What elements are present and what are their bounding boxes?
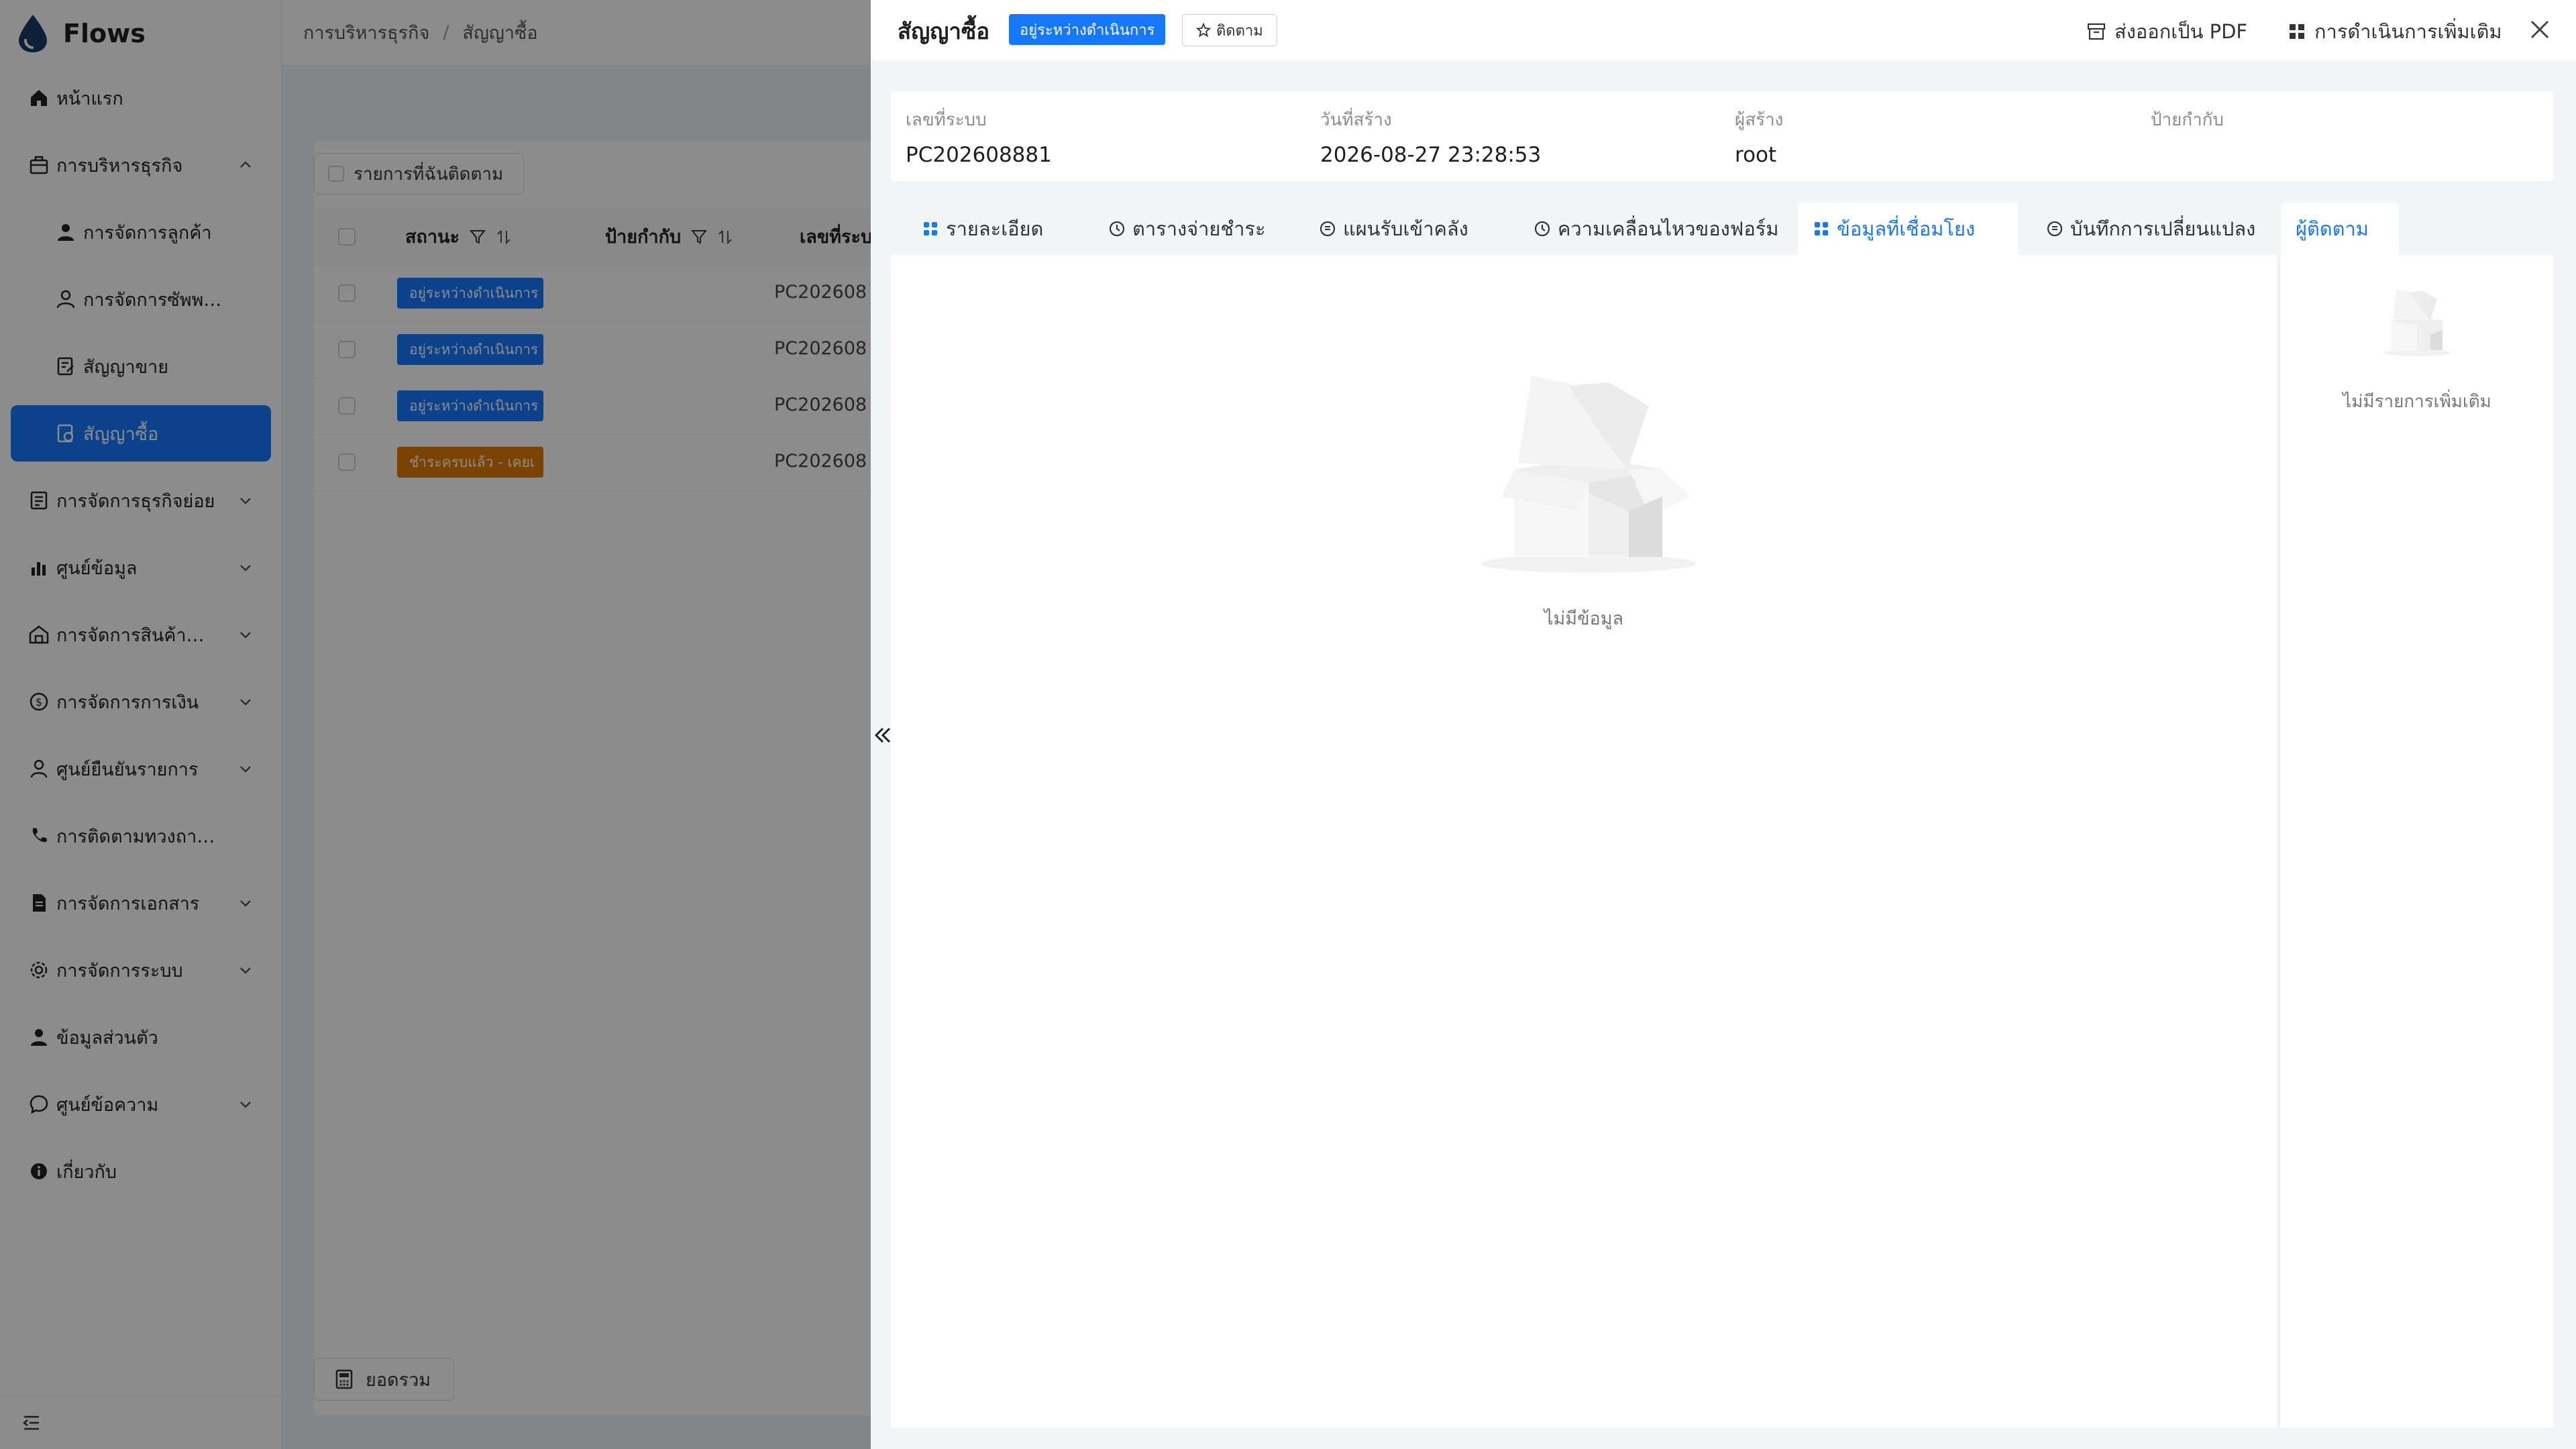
close-icon[interactable]	[2528, 17, 2552, 42]
contract-detail-drawer: สัญญาซื้อ อยู่ระหว่างดำเนินการ ติดตาม ส่…	[871, 0, 2576, 1449]
grid-icon	[2290, 24, 2304, 39]
double-chevron-left-icon[interactable]	[872, 719, 894, 751]
follow-button[interactable]: ติดตาม	[1182, 14, 1277, 46]
star-icon	[1196, 23, 1211, 38]
clock-icon	[1109, 221, 1125, 237]
drawer-header: สัญญาซื้อ อยู่ระหว่างดำเนินการ ติดตาม ส่…	[871, 0, 2576, 60]
tab-form-activity[interactable]: ความเคลื่อนไหวของฟอร์ม	[1519, 203, 1793, 255]
export-pdf-button[interactable]: ส่งออกเป็น PDF	[2086, 16, 2247, 47]
empty-box-illustration	[2383, 290, 2451, 356]
status-badge: อยู่ระหว่างดำเนินการ	[1009, 14, 1166, 45]
linked-data-panel: ไม่มีข้อมูล	[891, 255, 2277, 1428]
info-creator: ผู้สร้าง root	[1735, 110, 1784, 167]
info-tags: ป้ายกำกับ	[2151, 110, 2224, 130]
contract-info-card: เลขที่ระบบ PC202608881 วันที่สร้าง 2026-…	[891, 91, 2553, 181]
tab-details[interactable]: รายละเอียด	[907, 203, 1058, 255]
drawer-title: สัญญาซื้อ	[898, 18, 990, 44]
empty-box-illustration	[1481, 376, 1696, 573]
clock-icon	[1534, 221, 1550, 237]
tab-payment-schedule[interactable]: ตารางจ่ายชำระ	[1093, 203, 1281, 255]
tab-warehouse-receipt-plan[interactable]: แผนรับเข้าคลัง	[1304, 203, 1483, 255]
circle-list-icon	[2047, 221, 2063, 237]
grid-icon	[924, 222, 937, 235]
followers-panel: ไม่มีรายการเพิ่มเติม	[2279, 255, 2553, 1428]
tab-linked-data[interactable]: ข้อมูลที่เชื่อมโยง	[1798, 203, 2018, 255]
info-created-at: วันที่สร้าง 2026-08-27 23:28:53	[1320, 110, 1542, 167]
tab-followers[interactable]: ผู้ติดตาม	[2281, 203, 2399, 255]
circle-list-icon	[1320, 221, 1336, 237]
tab-change-log[interactable]: บันทึกการเปลี่ยนแปลง	[2031, 203, 2270, 255]
grid-icon	[1815, 222, 1828, 235]
more-actions-button[interactable]: การดำเนินการเพิ่มเติม	[2288, 16, 2502, 47]
detail-tabs: รายละเอียด ตารางจ่ายชำระ แผนรับเข้าคลัง …	[891, 203, 2553, 255]
archive-icon	[2087, 23, 2106, 40]
empty-text: ไม่มีข้อมูล	[1544, 608, 1624, 629]
followers-empty-text: ไม่มีรายการเพิ่มเติม	[2343, 392, 2491, 412]
info-system-number: เลขที่ระบบ PC202608881	[906, 110, 1052, 167]
